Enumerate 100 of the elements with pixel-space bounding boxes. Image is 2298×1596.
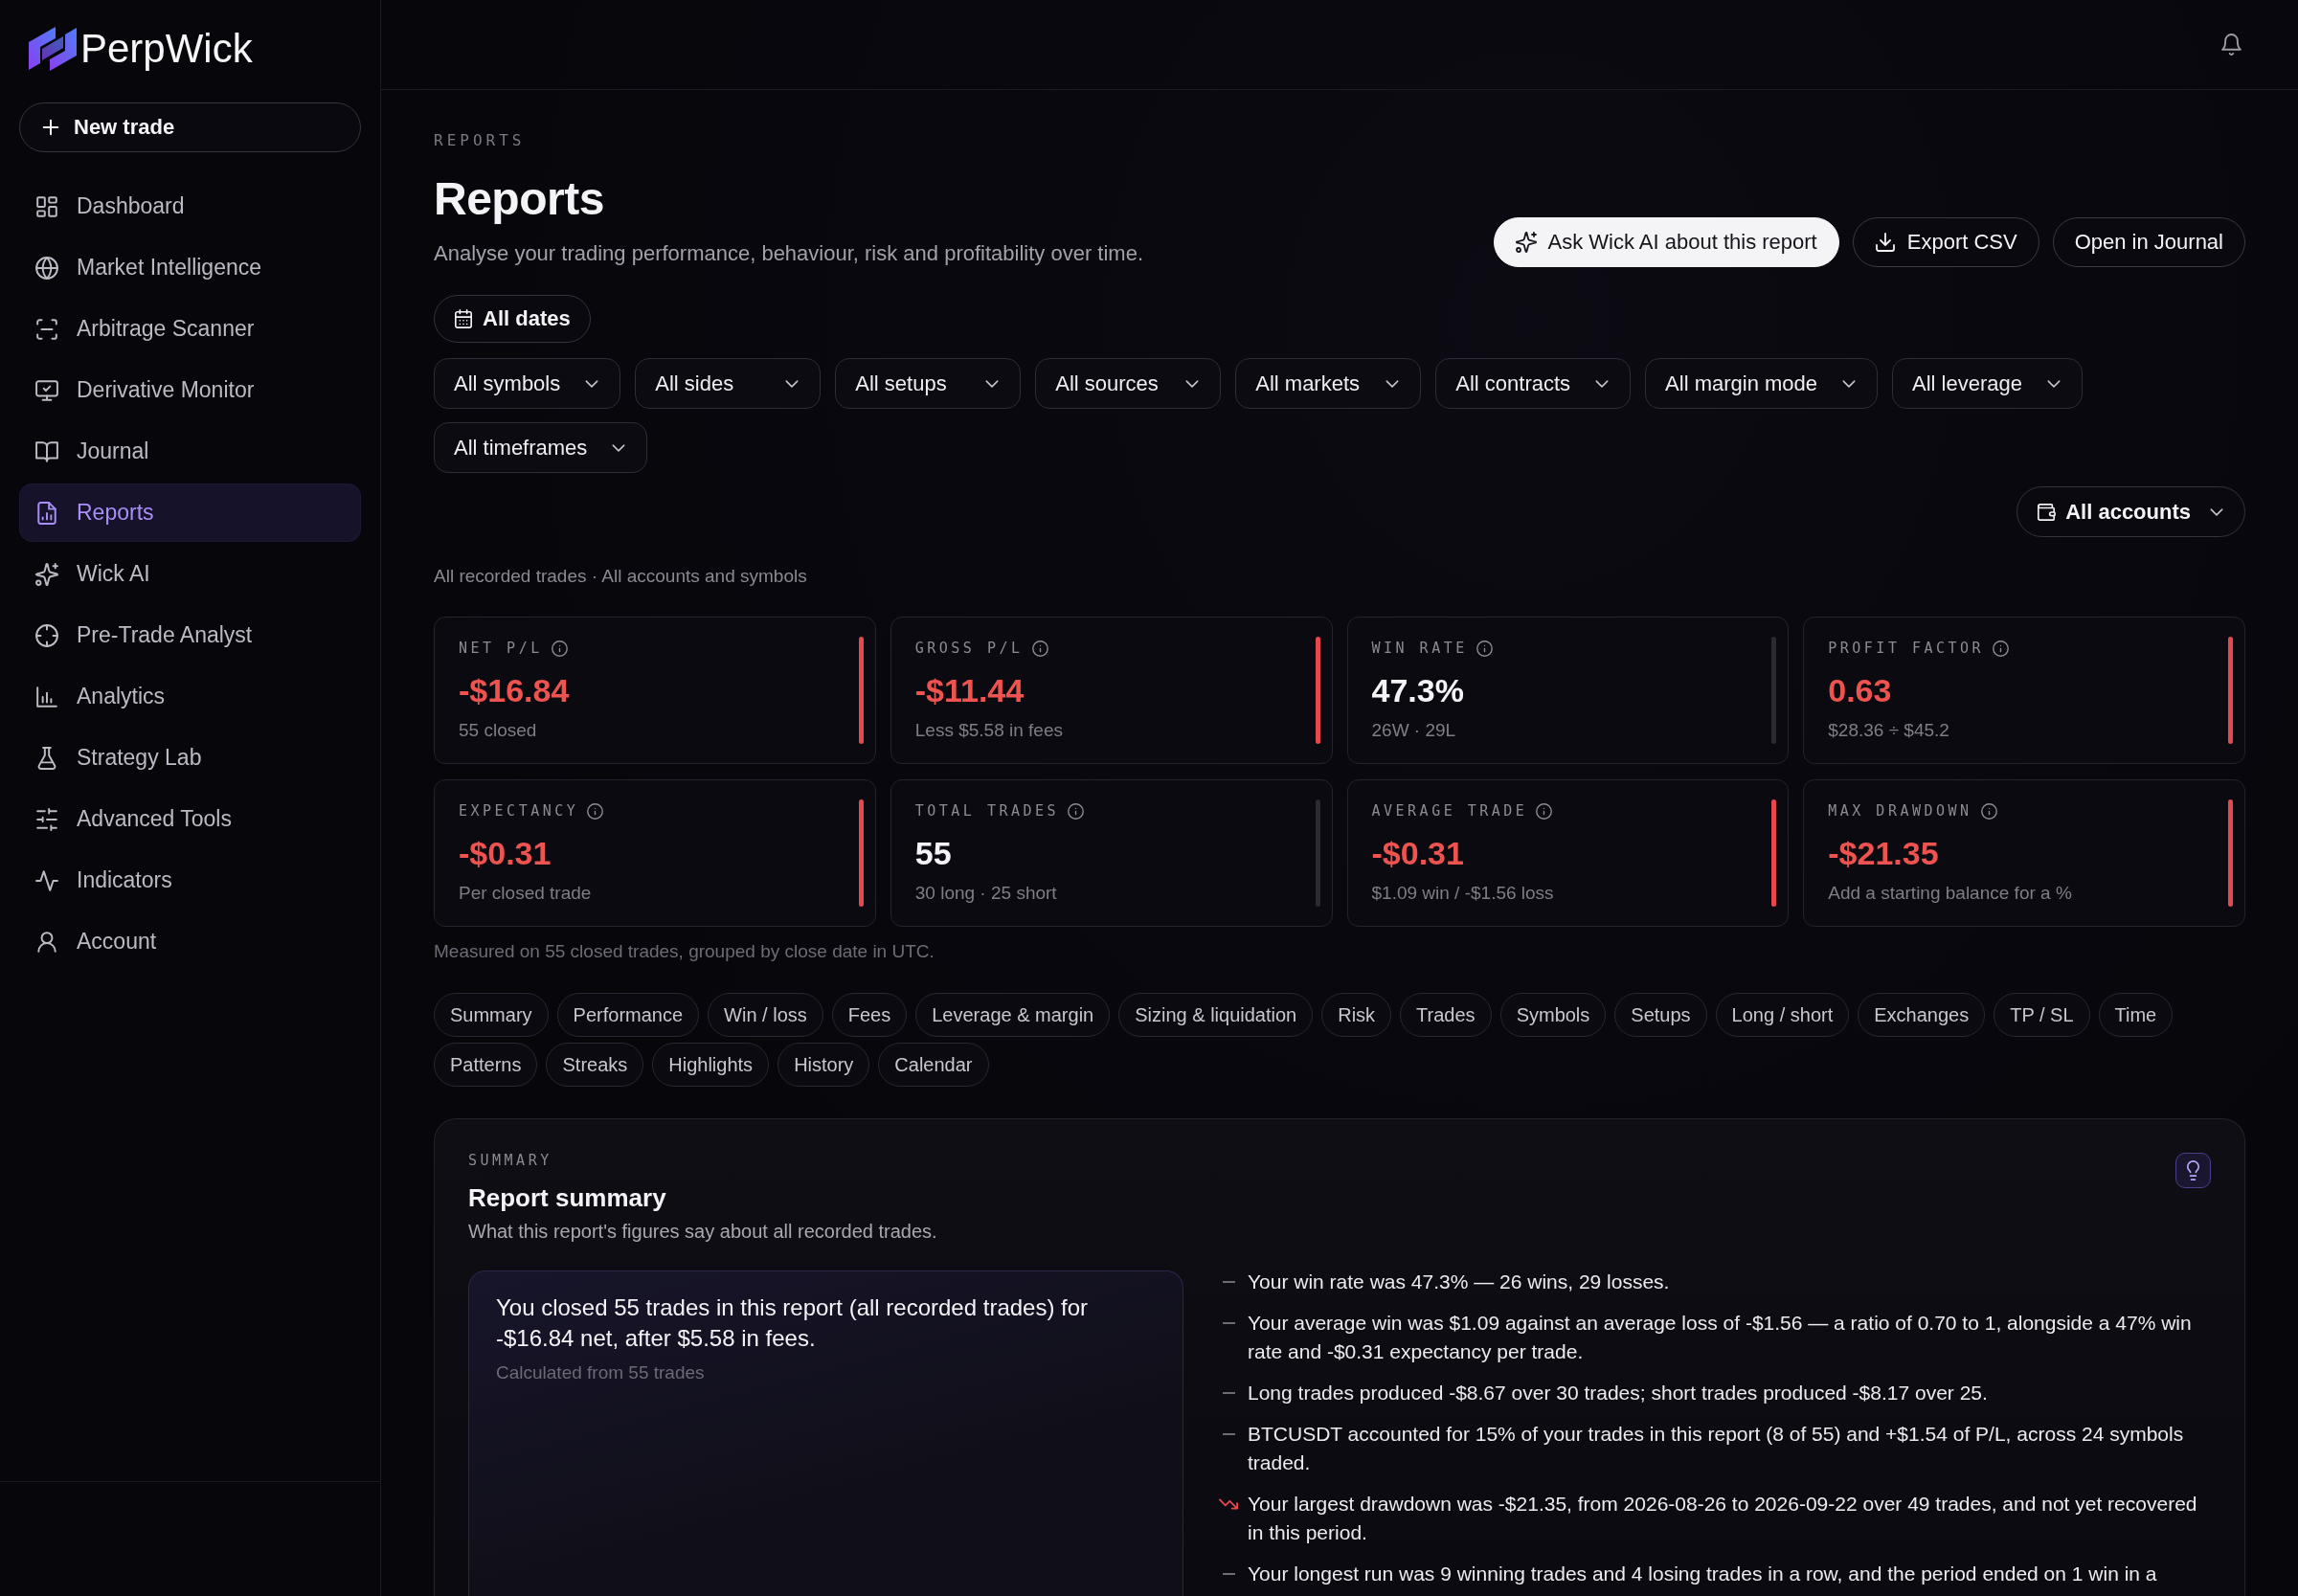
- stat-detail: $1.09 win / -$1.56 loss: [1371, 882, 1555, 905]
- nav-item[interactable]: Arbitrage Scanner: [19, 300, 361, 358]
- sliders-icon: [35, 807, 58, 831]
- stat-value: 0.63: [1828, 671, 1893, 709]
- info-icon[interactable]: [1031, 640, 1048, 657]
- date-filter-button[interactable]: All dates: [434, 295, 591, 343]
- stat-label: PROFIT FACTOR: [1828, 640, 1985, 657]
- dash-icon: [1222, 1281, 1235, 1283]
- stat-label: TOTAL TRADES: [914, 802, 1060, 820]
- filter-dropdown[interactable]: All timeframes: [434, 422, 648, 473]
- summary-point: Your longest run was 9 winning trades and 4 losing trades in a row, and the period ended on 1 win in a: [1248, 1562, 2157, 1586]
- summary-title: Report summary: [468, 1182, 667, 1213]
- info-icon[interactable]: [1068, 802, 1085, 820]
- nav-item[interactable]: Reports: [19, 483, 361, 542]
- stat-label: AVERAGE TRADE: [1371, 802, 1528, 820]
- stat-detail: 55 closed: [459, 719, 538, 742]
- filter-dropdown[interactable]: All markets: [1235, 358, 1422, 409]
- stat-value: -$0.31: [1371, 834, 1465, 872]
- summary-point: Your win rate was 47.3% — 26 wins, 29 losses.: [1248, 1270, 1670, 1294]
- sparkle-icon: [1515, 232, 1537, 253]
- stat-detail: Less $5.58 in fees: [914, 719, 1064, 742]
- headline-note: Calculated from 55 trades: [496, 1361, 706, 1384]
- new-trade-button[interactable]: New trade: [19, 102, 361, 152]
- ask-ai-button[interactable]: Ask Wick AI about this report: [1493, 217, 1839, 267]
- info-icon[interactable]: [551, 640, 568, 657]
- dash-icon: [1222, 1322, 1235, 1324]
- nav-item[interactable]: Account: [19, 912, 361, 971]
- nav-item[interactable]: Analytics: [19, 667, 361, 726]
- report-tab[interactable]: Highlights: [652, 1043, 770, 1087]
- info-icon[interactable]: [1536, 802, 1553, 820]
- scan-frame-icon: [35, 317, 58, 341]
- report-tab[interactable]: Trades: [1400, 993, 1492, 1037]
- stat-detail: 26W · 29L: [1371, 719, 1457, 742]
- report-tab[interactable]: Leverage & margin: [915, 993, 1111, 1037]
- nav-item[interactable]: Dashboard: [19, 177, 361, 236]
- report-tab[interactable]: Fees: [831, 993, 908, 1037]
- filter-dropdown[interactable]: All sides: [635, 358, 822, 409]
- filter-dropdown[interactable]: All leverage: [1892, 358, 2083, 409]
- summary-subtitle: What this report's figures say about all recorded trades.: [468, 1220, 937, 1244]
- brand-name: PerpWick: [80, 25, 253, 73]
- nav-item[interactable]: Strategy Lab: [19, 729, 361, 787]
- summary-point: Your average win was $1.09 against an average loss of -$1.56 — a ratio of 0.70 to 1, alongside a 47% win rate and -$0.31 expectancy per trade.: [1248, 1311, 2193, 1364]
- info-icon[interactable]: [1993, 640, 2010, 657]
- page-subtitle: Analyse your trading performance, behaviour, risk and profitability over time.: [434, 240, 1144, 267]
- scope-note: All recorded trades · All accounts and symbols: [434, 565, 808, 588]
- filter-dropdown[interactable]: All margin mode: [1645, 358, 1879, 409]
- headline-text: You closed 55 trades in this report (all recorded trades) for -$16.84 net, after $5.58 in fees.: [496, 1293, 1090, 1353]
- report-tab[interactable]: Summary: [434, 993, 549, 1037]
- info-icon[interactable]: [1476, 640, 1493, 657]
- info-icon[interactable]: [587, 802, 604, 820]
- report-tab[interactable]: TP / SL: [1994, 993, 2090, 1037]
- account-dropdown[interactable]: All accounts: [2016, 486, 2245, 537]
- stat-label: EXPECTANCY: [459, 802, 579, 820]
- dash-icon: [1222, 1392, 1235, 1394]
- report-tab[interactable]: Setups: [1614, 993, 1707, 1037]
- section-label: REPORTS: [434, 131, 527, 150]
- report-tab[interactable]: Calendar: [878, 1043, 989, 1087]
- export-button[interactable]: Export CSV: [1852, 217, 2039, 267]
- calendar-icon: [454, 309, 473, 328]
- report-tab[interactable]: Win / loss: [708, 993, 823, 1037]
- stat-label: NET P/L: [459, 640, 543, 657]
- report-tab[interactable]: Streaks: [546, 1043, 644, 1087]
- grid-icon: [35, 194, 58, 218]
- report-tab[interactable]: Exchanges: [1858, 993, 1986, 1037]
- nav-item[interactable]: Wick AI: [19, 545, 361, 603]
- document-chart-icon: [35, 501, 58, 525]
- stat-value: 55: [914, 834, 953, 872]
- stat-value: -$0.31: [459, 834, 552, 872]
- bar-chart-icon: [35, 685, 58, 708]
- report-tab[interactable]: Risk: [1321, 993, 1392, 1037]
- section-label: SUMMARY: [468, 1151, 553, 1170]
- filter-dropdown[interactable]: All contracts: [1435, 358, 1632, 409]
- report-tab[interactable]: Sizing & liquidation: [1118, 993, 1314, 1037]
- report-tab[interactable]: Patterns: [434, 1043, 538, 1087]
- sparkle-icon: [35, 562, 58, 586]
- filter-dropdown[interactable]: All sources: [1035, 358, 1222, 409]
- filter-dropdown[interactable]: All setups: [835, 358, 1022, 409]
- nav-item[interactable]: Indicators: [19, 851, 361, 910]
- report-tab[interactable]: Time: [2098, 993, 2174, 1037]
- report-tab[interactable]: Long / short: [1715, 993, 1850, 1037]
- summary-point: Your largest drawdown was -$21.35, from 2026-08-26 to 2026-09-22 over 49 trades, and not yet recovered in this period.: [1248, 1492, 2198, 1545]
- bell-icon[interactable]: [2220, 34, 2242, 56]
- monitor-check-icon: [35, 378, 58, 402]
- nav-item[interactable]: Market Intelligence: [19, 238, 361, 297]
- stat-detail: Per closed trade: [459, 882, 593, 905]
- plus-icon: [41, 118, 60, 137]
- open-journal-button[interactable]: Open in Journal: [2052, 217, 2245, 267]
- info-icon[interactable]: [1980, 802, 1997, 820]
- report-tab[interactable]: Symbols: [1499, 993, 1607, 1037]
- filter-dropdown[interactable]: All symbols: [434, 358, 621, 409]
- report-tab[interactable]: Performance: [556, 993, 700, 1037]
- wallet-icon: [2037, 502, 2057, 522]
- nav-item[interactable]: Pre-Trade Analyst: [19, 606, 361, 664]
- stat-detail: 30 long · 25 short: [914, 882, 1058, 905]
- nav-item[interactable]: Derivative Monitor: [19, 361, 361, 419]
- nav-item[interactable]: Advanced Tools: [19, 790, 361, 848]
- nav-item[interactable]: Journal: [19, 422, 361, 481]
- report-tab[interactable]: History: [777, 1043, 870, 1087]
- lightbulb-button[interactable]: [2175, 1153, 2211, 1188]
- stat-label: MAX DRAWDOWN: [1828, 802, 1972, 820]
